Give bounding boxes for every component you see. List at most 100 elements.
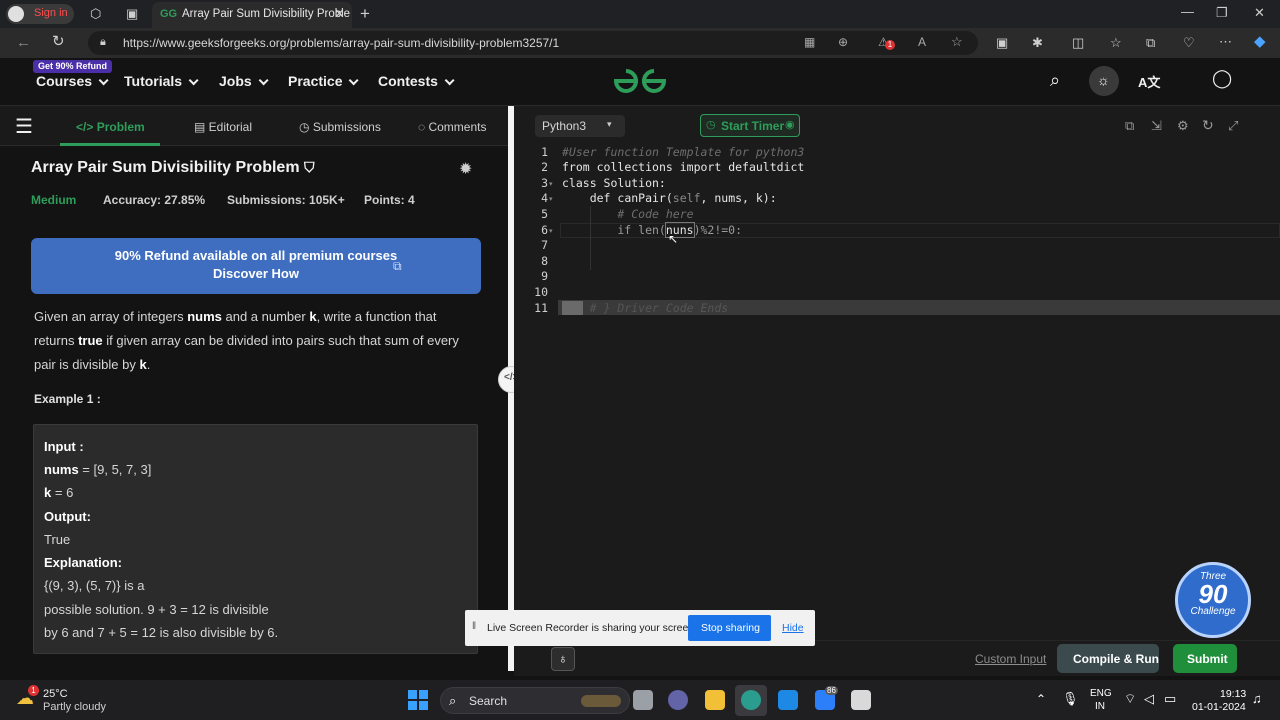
custom-input-link[interactable]: Custom Input	[975, 652, 1046, 666]
search-icon: ⌕	[449, 693, 457, 708]
copy-icon[interactable]: ⧉	[1125, 118, 1134, 134]
favorite-star-icon[interactable]: ☆	[951, 34, 963, 50]
report-bug-icon[interactable]: ✹	[459, 159, 472, 179]
gfg-favicon-icon: GG	[160, 8, 178, 20]
fold-arrow-icon[interactable]: ▾	[549, 195, 553, 203]
workspaces-icon[interactable]: ⬡	[90, 7, 101, 20]
task-view-icon[interactable]	[633, 690, 653, 710]
volume-icon[interactable]: ◁	[1144, 691, 1154, 707]
submit-label: Submit	[1187, 652, 1228, 666]
vscode-icon[interactable]	[778, 690, 798, 710]
clock-time[interactable]: 19:13	[1220, 688, 1246, 700]
code-token: # } Driver Code Ends	[589, 301, 729, 315]
refresh-icon[interactable]: ↻	[52, 34, 65, 49]
favorites-icon[interactable]: ☆	[1110, 36, 1122, 49]
taskbar-search[interactable]: ⌕ Search	[440, 687, 630, 714]
screen-capture-icon[interactable]: ▣	[996, 36, 1008, 49]
profile-signin-button[interactable]: Sign in	[6, 4, 74, 24]
weather-condition: Partly cloudy	[43, 701, 106, 713]
zoom-icon[interactable]: ⊕	[838, 35, 848, 49]
problem-title: Array Pair Sum Divisibility Problem ⛉	[31, 159, 315, 177]
new-tab-icon[interactable]: +	[360, 5, 370, 22]
code-token: def	[562, 191, 618, 205]
tab-actions-icon[interactable]: ▣	[126, 7, 138, 20]
search-icon[interactable]: ⌕	[1050, 70, 1060, 91]
settings-gear-icon[interactable]: ⚙	[1177, 118, 1189, 134]
active-tab-indicator	[60, 143, 160, 146]
file-explorer-icon[interactable]	[705, 690, 725, 710]
compile-run-button[interactable]: Compile & Run	[1057, 644, 1159, 673]
apps-icon[interactable]: ▦	[804, 35, 815, 49]
challenge-badge-num: 90	[1198, 579, 1228, 609]
show-hidden-icons[interactable]: ⌃	[1036, 692, 1046, 706]
nav-practice[interactable]: Practice	[288, 73, 360, 89]
start-timer-button[interactable]: ◷ Start Timer ◉	[700, 114, 800, 137]
language-line2[interactable]: IN	[1095, 701, 1105, 712]
browser-essentials-icon[interactable]: ♡	[1183, 36, 1195, 49]
tab-submissions[interactable]: ◷ Submissions	[299, 120, 381, 134]
line-number: 10	[534, 285, 548, 299]
theme-toggle-button[interactable]: ☼	[1089, 66, 1119, 96]
clock-date[interactable]: 01-01-2024	[1192, 701, 1246, 713]
code-line-4: def canPair(self, nums, k):	[562, 191, 777, 207]
fold-marker[interactable]: ···	[562, 301, 583, 315]
nav-jobs[interactable]: Jobs	[219, 73, 269, 89]
read-aloud-icon[interactable]: A	[918, 35, 926, 49]
bookmark-icon[interactable]: ⛉	[304, 159, 315, 175]
collections-icon[interactable]: ⧉	[1146, 36, 1155, 49]
challenge-badge[interactable]: Three 90 Challenge	[1175, 562, 1251, 638]
notification-bell-icon[interactable]: ♫	[1252, 691, 1262, 706]
code-line-5: # Code here	[562, 207, 694, 221]
teams-chat-icon[interactable]	[668, 690, 688, 710]
copilot-icon[interactable]: ◆	[1254, 34, 1266, 49]
nav-contests[interactable]: Contests	[378, 73, 455, 89]
code-token: import	[679, 160, 722, 174]
extensions-icon[interactable]: ✱	[1032, 36, 1043, 49]
stop-sharing-button[interactable]: Stop sharing	[688, 615, 771, 641]
microphone-icon[interactable]: 🎙︎	[1062, 691, 1079, 707]
language-select[interactable]: Python3 ▾	[535, 115, 625, 137]
address-bar[interactable]: 🔒︎ https://www.geeksforgeeks.org/problem…	[88, 31, 978, 55]
windows-logo-icon	[408, 701, 417, 710]
code-line-3: class Solution:	[562, 176, 666, 192]
maximize-icon[interactable]: ❐	[1216, 6, 1228, 19]
close-tab-icon[interactable]: ✕	[334, 6, 345, 22]
start-button[interactable]	[408, 690, 428, 710]
split-screen-icon[interactable]: ◫	[1072, 36, 1084, 49]
fold-arrow-icon[interactable]: ▾	[549, 227, 553, 235]
tab-editorial[interactable]: ▤ Editorial	[194, 120, 252, 134]
user-profile-icon[interactable]: ◯	[1212, 68, 1232, 89]
pause-icon: ‖	[472, 621, 477, 632]
fold-arrow-icon[interactable]: ▾	[549, 180, 553, 188]
search-highlight-icon	[581, 695, 621, 707]
hide-link[interactable]: Hide	[782, 622, 804, 634]
tab-problem[interactable]: </> Problem	[76, 120, 145, 134]
more-menu-icon[interactable]: ⋯	[1219, 35, 1232, 48]
nav-tutorials[interactable]: Tutorials	[124, 73, 199, 89]
signin-label: Sign in	[34, 7, 68, 19]
language-line1[interactable]: ENG	[1090, 688, 1112, 699]
code-line-1: #User function Template for python3	[562, 145, 805, 159]
problem-title-text: Array Pair Sum Divisibility Problem	[31, 159, 300, 176]
fullscreen-icon[interactable]: ⤢	[1228, 118, 1238, 134]
line-number: 4	[541, 191, 548, 205]
browser-tab-active[interactable]: GG Array Pair Sum Divisibility Proble ✕	[152, 2, 352, 28]
nav-courses[interactable]: Courses	[36, 73, 109, 89]
battery-icon[interactable]: ▭	[1164, 691, 1176, 707]
translate-icon[interactable]: A文	[1138, 72, 1160, 91]
back-icon[interactable]: ←	[16, 35, 31, 50]
refund-banner[interactable]: 90% Refund available on all premium cour…	[31, 238, 481, 294]
import-icon[interactable]: ⇲	[1151, 118, 1162, 134]
hint-lightbulb-button[interactable]: ♁	[551, 647, 575, 671]
submit-button[interactable]: Submit	[1173, 644, 1237, 673]
edge-browser-icon[interactable]	[741, 690, 761, 710]
tab-comments[interactable]: ◌ Comments	[418, 120, 486, 134]
wifi-icon[interactable]: ⌔	[1124, 691, 1136, 707]
reset-icon[interactable]: ↻	[1202, 117, 1214, 134]
minimize-icon[interactable]: —	[1181, 5, 1194, 18]
hamburger-menu-icon[interactable]: ☰	[15, 114, 33, 139]
close-window-icon[interactable]: ✕	[1254, 6, 1265, 19]
refund-badge[interactable]: Get 90% Refund	[33, 60, 113, 73]
screen-recorder-icon[interactable]	[851, 690, 871, 710]
gfg-logo-icon[interactable]	[612, 67, 668, 95]
